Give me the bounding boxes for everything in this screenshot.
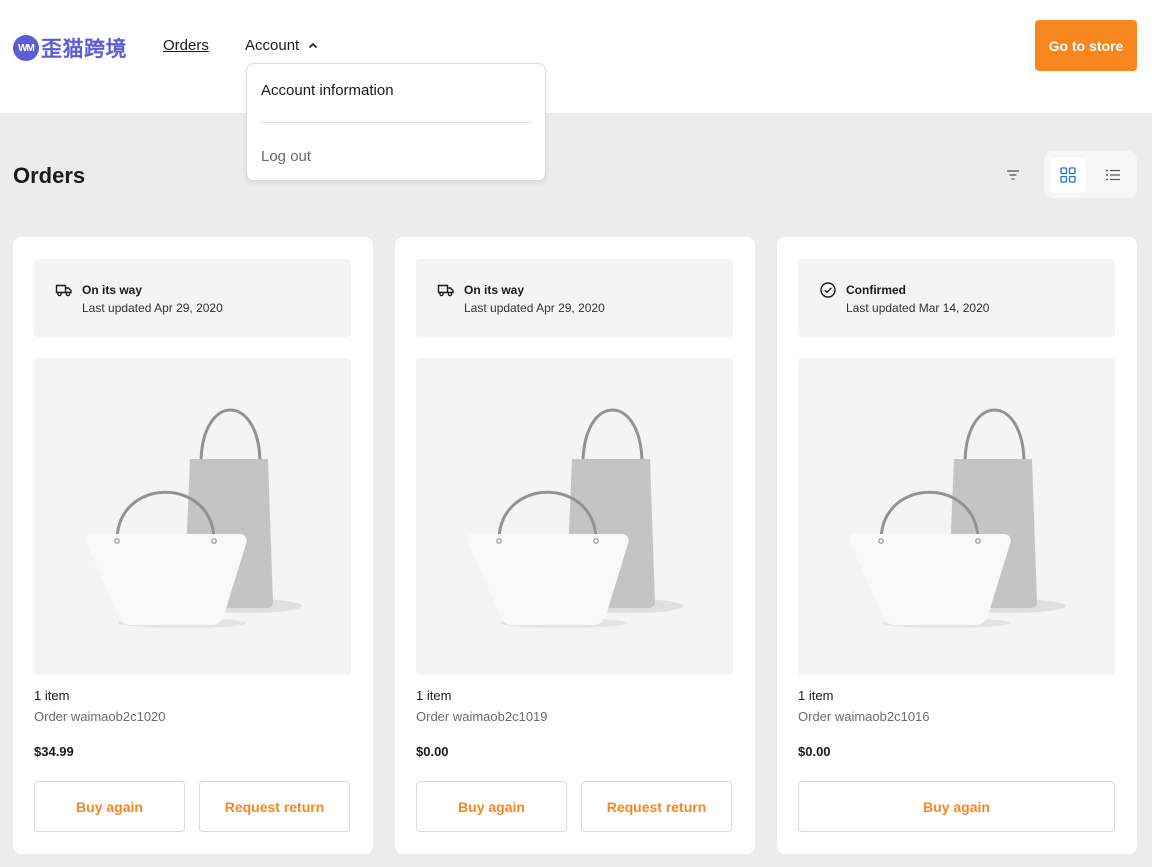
- buy-again-button[interactable]: Buy again: [34, 781, 185, 832]
- order-card: On its way Last updated Apr 29, 2020 1 i…: [395, 237, 755, 854]
- shopping-bags-illustration: [85, 408, 302, 628]
- order-status-updated: Last updated Apr 29, 2020: [464, 301, 605, 315]
- chevron-up-icon: [309, 42, 318, 49]
- order-status-updated: Last updated Apr 29, 2020: [82, 301, 223, 315]
- truck-icon: [55, 284, 72, 297]
- store-logo[interactable]: WM 歪猫跨境: [13, 33, 127, 63]
- order-status-updated: Last updated Mar 14, 2020: [846, 301, 990, 315]
- order-status-title: On its way: [82, 283, 143, 297]
- order-card: On its way Last updated Apr 29, 2020 1 i…: [13, 237, 373, 854]
- order-item-count: 1 item: [34, 688, 70, 703]
- grid-icon: [1060, 167, 1076, 183]
- order-price: $0.00: [416, 744, 449, 759]
- order-status-title: On its way: [464, 283, 525, 297]
- order-number: Order waimaob2c1020: [34, 709, 166, 724]
- order-price: $34.99: [34, 744, 74, 759]
- list-icon: [1106, 169, 1120, 181]
- request-return-button[interactable]: Request return: [581, 781, 732, 832]
- view-toggle: [1044, 151, 1137, 198]
- order-product-image[interactable]: [416, 358, 733, 675]
- account-dropdown: Account information Log out: [246, 63, 546, 181]
- order-item-count: 1 item: [416, 688, 452, 703]
- page-title: Orders: [13, 163, 86, 188]
- shopping-bags-illustration: [849, 408, 1066, 628]
- order-status-box: Confirmed Last updated Mar 14, 2020: [798, 259, 1115, 337]
- dropdown-divider: [261, 122, 531, 123]
- logo-text: 歪猫跨境: [41, 38, 127, 61]
- filter-icon: [1007, 170, 1019, 180]
- grid-view-button[interactable]: [1050, 157, 1086, 193]
- order-status-title: Confirmed: [846, 283, 906, 297]
- filter-button[interactable]: [1001, 163, 1025, 187]
- list-view-button[interactable]: [1095, 157, 1131, 193]
- order-number: Order waimaob2c1019: [416, 709, 548, 724]
- shopping-bags-illustration: [467, 408, 684, 628]
- request-return-button[interactable]: Request return: [199, 781, 350, 832]
- truck-icon: [437, 284, 454, 297]
- order-product-image[interactable]: [34, 358, 351, 675]
- check-circle-icon: [820, 282, 836, 298]
- top-header: WM 歪猫跨境 Orders Account Go to store: [0, 0, 1152, 113]
- buy-again-button[interactable]: Buy again: [798, 781, 1115, 832]
- order-status-box: On its way Last updated Apr 29, 2020: [416, 259, 733, 337]
- nav-account-menu[interactable]: Account: [245, 37, 318, 54]
- order-number: Order waimaob2c1016: [798, 709, 930, 724]
- order-status-box: On its way Last updated Apr 29, 2020: [34, 259, 351, 337]
- nav-account-label: Account: [245, 37, 300, 54]
- account-information-item[interactable]: Account information: [261, 82, 394, 99]
- order-product-image[interactable]: [798, 358, 1115, 675]
- order-card: Confirmed Last updated Mar 14, 2020 1 it…: [777, 237, 1137, 854]
- buy-again-button[interactable]: Buy again: [416, 781, 567, 832]
- order-item-count: 1 item: [798, 688, 834, 703]
- order-price: $0.00: [798, 744, 831, 759]
- nav-orders-link[interactable]: Orders: [163, 37, 209, 54]
- go-to-store-button[interactable]: Go to store: [1035, 20, 1137, 71]
- logo-mark: WM: [13, 35, 39, 61]
- logout-item[interactable]: Log out: [261, 148, 311, 165]
